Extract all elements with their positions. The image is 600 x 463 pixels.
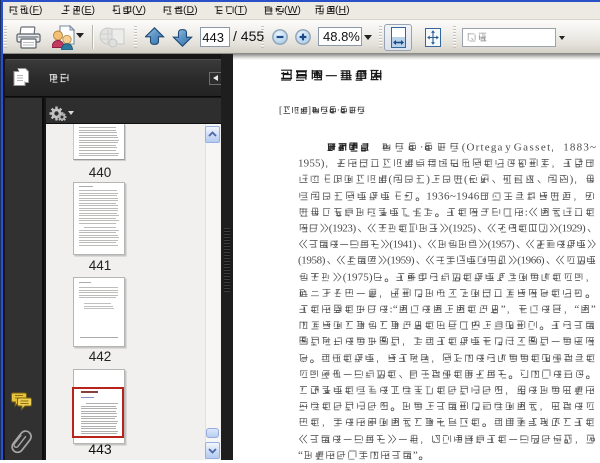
svg-text:(1959): (1959) — [387, 255, 415, 267]
svg-text:(1923): (1923) — [329, 223, 357, 235]
svg-text:): ) — [426, 174, 430, 186]
svg-text::“: :“ — [390, 304, 398, 316]
svg-text:1955): 1955) — [298, 158, 325, 170]
svg-text:(1966): (1966) — [517, 255, 545, 267]
svg-text:1883~: 1883~ — [563, 142, 596, 154]
svg-text:(1941): (1941) — [389, 239, 416, 251]
svg-text:[: [ — [279, 106, 282, 116]
svg-text:): ) — [570, 174, 574, 186]
svg-text:”: ” — [501, 304, 506, 316]
svg-text:”: ” — [591, 304, 596, 316]
svg-text:(1929): (1929) — [558, 223, 586, 235]
svg-text:(: ( — [464, 174, 468, 186]
svg-text:(1975): (1975) — [343, 271, 373, 283]
svg-text:]: ] — [308, 106, 311, 116]
svg-text:1936~1946: 1936~1946 — [426, 190, 480, 202]
svg-text:y: y — [505, 142, 511, 154]
svg-text::: : — [525, 206, 528, 218]
svg-text:“: “ — [574, 304, 579, 316]
svg-text:(1925): (1925) — [449, 223, 477, 235]
svg-text:(Ortega: (Ortega — [462, 142, 503, 154]
svg-text:Gasset: Gasset — [514, 142, 550, 154]
svg-text:·: · — [337, 106, 340, 116]
svg-text:(1958): (1958) — [298, 255, 326, 267]
svg-text:·: · — [420, 142, 424, 154]
svg-text:“: “ — [298, 449, 303, 461]
svg-text:”: ” — [413, 449, 418, 461]
svg-text:(: ( — [389, 174, 393, 186]
svg-text:(1957): (1957) — [488, 239, 515, 251]
